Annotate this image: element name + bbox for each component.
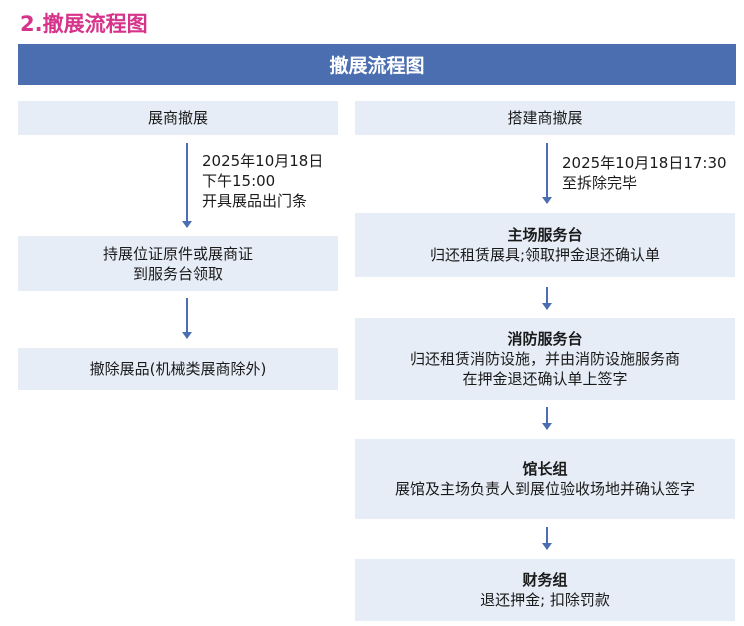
left-time-note: 2025年10月18日 下午15:00 开具展品出门条 xyxy=(202,151,323,211)
step-title: 主场服务台 xyxy=(507,226,583,244)
left-step-line: 到服务台领取 xyxy=(132,264,223,283)
step-title: 财务组 xyxy=(522,571,568,589)
step-line: 在押金退还确认单上签字 xyxy=(462,370,628,388)
right-header-label: 搭建商撤展 xyxy=(507,109,583,127)
left-arrow-2 xyxy=(182,298,192,339)
right-arrow-1 xyxy=(542,143,552,204)
left-note-line: 2025年10月18日 xyxy=(202,152,324,170)
left-step-line: 持展位证原件或展商证 xyxy=(102,244,253,263)
left-note-line: 下午15:00 xyxy=(202,172,276,190)
step-line: 归还租赁消防设施，并由消防设施服务商 xyxy=(409,350,680,368)
right-arrow-4 xyxy=(542,527,552,550)
right-step-hall-manager: 馆长组 展馆及主场负责人到展位验收场地并确认签字 xyxy=(355,439,735,519)
left-step-pickup: 持展位证原件或展商证 到服务台领取 xyxy=(18,236,338,291)
section-heading: 2.撤展流程图 xyxy=(20,12,148,36)
step-line: 展馆及主场负责人到展位验收场地并确认签字 xyxy=(394,480,695,498)
right-arrow-3 xyxy=(542,407,552,430)
right-step-fire-service-desk: 消防服务台 归还租赁消防设施，并由消防设施服务商 在押金退还确认单上签字 xyxy=(355,318,735,400)
left-step-remove: 撤除展品(机械类展商除外) xyxy=(18,348,338,390)
right-step-finance: 财务组 退还押金; 扣除罚款 xyxy=(355,559,735,621)
step-title: 消防服务台 xyxy=(507,330,583,348)
step-line: 归还租赁展具;领取押金退还确认单 xyxy=(429,246,661,264)
right-arrow-2 xyxy=(542,287,552,310)
right-time-note: 2025年10月18日17:30 至拆除完毕 xyxy=(562,153,727,193)
left-note-line: 开具展品出门条 xyxy=(202,192,308,210)
right-note-line: 至拆除完毕 xyxy=(562,174,638,192)
right-step-main-service-desk: 主场服务台 归还租赁展具;领取押金退还确认单 xyxy=(355,213,735,277)
left-header-box: 展商撤展 xyxy=(18,101,338,135)
left-header-label: 展商撤展 xyxy=(147,109,208,127)
step-title: 馆长组 xyxy=(522,460,568,478)
left-step-line: 撤除展品(机械类展商除外) xyxy=(89,360,267,378)
right-note-line: 2025年10月18日17:30 xyxy=(562,154,727,172)
step-line: 退还押金; 扣除罚款 xyxy=(480,591,610,609)
left-arrow-1 xyxy=(182,143,192,228)
right-header-box: 搭建商撤展 xyxy=(355,101,735,135)
diagram-title-banner: 撤展流程图 xyxy=(18,44,736,85)
